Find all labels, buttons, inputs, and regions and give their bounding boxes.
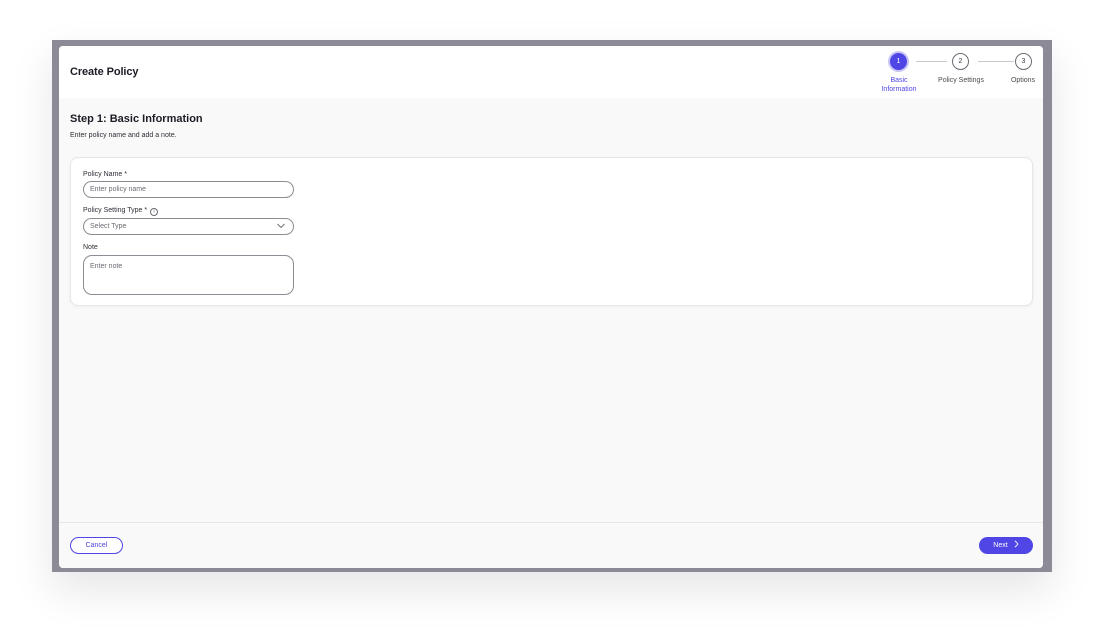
policy-name-label: Policy Name * bbox=[83, 171, 127, 178]
dialog-header: Create Policy 1 Basic Information 2 Poli… bbox=[59, 46, 1043, 98]
step-1-label-line2: Information bbox=[881, 86, 917, 93]
step-1-label-line1: Basic bbox=[890, 77, 908, 84]
cancel-button-label: Cancel bbox=[85, 542, 108, 549]
step-2-label: Policy Settings bbox=[938, 77, 984, 84]
next-button-label: Next bbox=[993, 542, 1008, 549]
stepper-connector-2 bbox=[978, 61, 1014, 62]
step-3-label: Options bbox=[1010, 77, 1036, 84]
policy-name-input[interactable]: Enter policy name bbox=[83, 181, 294, 198]
policy-setting-type-label: Policy Setting Type * i bbox=[83, 207, 159, 216]
step-3-indicator[interactable]: 3 bbox=[1015, 53, 1032, 70]
step-2-number: 2 bbox=[958, 58, 963, 65]
stepper-connector-1 bbox=[916, 61, 947, 62]
dialog-footer: Cancel Next bbox=[59, 522, 1043, 568]
policy-setting-type-value: Select Type bbox=[90, 223, 127, 230]
note-textarea[interactable]: Enter note bbox=[83, 255, 294, 295]
step-heading: Step 1: Basic Information bbox=[70, 113, 203, 125]
stepper: 1 Basic Information 2 Policy Settings 3 … bbox=[59, 46, 1043, 98]
create-policy-dialog: Create Policy 1 Basic Information 2 Poli… bbox=[59, 46, 1043, 568]
step-2-indicator[interactable]: 2 bbox=[952, 53, 969, 70]
next-button[interactable]: Next bbox=[979, 537, 1033, 554]
note-placeholder: Enter note bbox=[90, 263, 123, 270]
step-3-number: 3 bbox=[1021, 58, 1026, 65]
step-1-indicator[interactable]: 1 bbox=[890, 53, 907, 70]
chevron-right-icon bbox=[1014, 540, 1019, 548]
policy-setting-type-label-text: Policy Setting Type * bbox=[83, 207, 148, 214]
step-1-number: 1 bbox=[896, 58, 901, 65]
chevron-down-icon bbox=[277, 223, 285, 229]
note-label: Note bbox=[83, 244, 98, 251]
info-icon[interactable]: i bbox=[150, 208, 159, 216]
step-subtitle: Enter policy name and add a note. bbox=[70, 132, 177, 139]
basic-information-card: Policy Name * Enter policy name Policy S… bbox=[70, 157, 1033, 306]
policy-name-placeholder: Enter policy name bbox=[90, 186, 147, 193]
policy-setting-type-select[interactable]: Select Type bbox=[83, 218, 294, 235]
step-1-label: Basic Information bbox=[869, 76, 929, 94]
cancel-button[interactable]: Cancel bbox=[70, 537, 123, 554]
